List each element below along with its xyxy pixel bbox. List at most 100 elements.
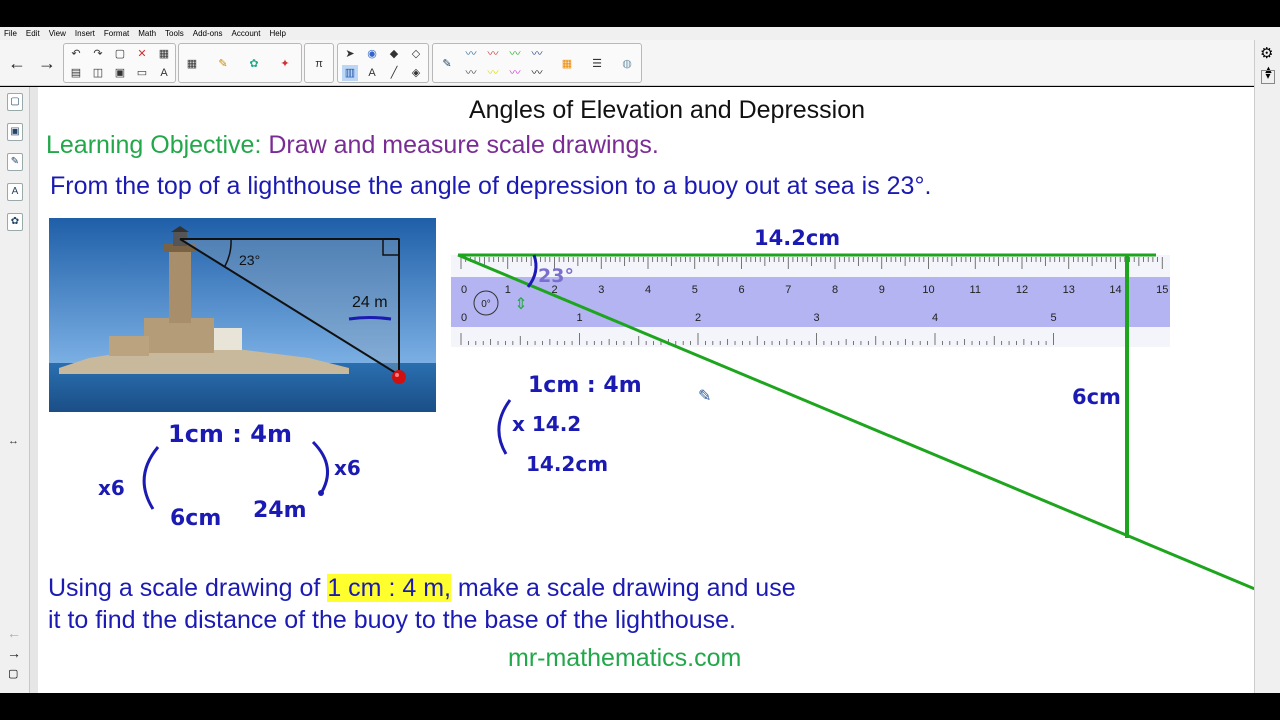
photo-angle-label: 23° xyxy=(239,252,260,268)
menu-account[interactable]: Account xyxy=(232,27,261,40)
pi-icon[interactable]: π xyxy=(311,56,327,72)
whiteboard-canvas[interactable]: Angles of Elevation and Depression Learn… xyxy=(38,87,1254,693)
color-palette-icon[interactable]: ▦ xyxy=(559,56,575,72)
ruler-cm-label: 8 xyxy=(832,284,838,296)
ruler-cm-label: 5 xyxy=(692,284,698,296)
ruler-cm-label: 14 xyxy=(1109,284,1121,296)
response-icon[interactable]: ✎ xyxy=(215,56,231,72)
photo-height-label: 24 m xyxy=(352,294,388,311)
ink-vertical-length: 6cm xyxy=(1072,385,1121,409)
pen-yellow-icon[interactable]: 〰 xyxy=(485,65,501,81)
toolbar: ← → ↶ ↷ ▢ ✕ ▦ ▤ ◫ ▣ ▭ A ▦ ✎ ✿ ✦ π ➤ ◉ ◆ … xyxy=(0,40,1280,86)
next-page-icon[interactable]: → xyxy=(7,645,21,661)
pen-red-icon[interactable]: 〰 xyxy=(485,46,501,62)
eraser-icon[interactable]: ◈ xyxy=(408,65,424,81)
ruler-cm-label: 10 xyxy=(922,284,934,296)
pen-black-icon[interactable]: 〰 xyxy=(463,65,479,81)
clear-page-icon[interactable]: ◫ xyxy=(90,65,106,81)
menu-tools[interactable]: Tools xyxy=(165,27,184,40)
fill-effect-icon[interactable]: ◍ xyxy=(619,56,635,72)
page-sorter-icon[interactable]: ▢ xyxy=(7,93,23,111)
menu-format[interactable]: Format xyxy=(104,27,129,40)
lighthouse-image: 23° 24 m xyxy=(49,218,436,412)
pen-blue-icon[interactable]: 〰 xyxy=(463,46,479,62)
question-text: From the top of a lighthouse the angle o… xyxy=(50,172,932,200)
prev-page-icon[interactable]: ← xyxy=(7,625,21,641)
chevron-down-icon[interactable]: ▾ xyxy=(1261,70,1275,84)
ruler-cm-label: 9 xyxy=(879,284,885,296)
line-tool-icon[interactable]: ╱ xyxy=(386,65,402,81)
right-panel: ⚙ ▲ ▾ xyxy=(1254,40,1280,693)
screen-capture-icon[interactable]: ▦ xyxy=(184,56,200,72)
toolbar-group-math: π xyxy=(304,43,334,83)
eraser-top-icon[interactable]: ◇ xyxy=(408,46,424,62)
pen-thin-icon[interactable]: 〰 xyxy=(529,65,545,81)
save-icon[interactable]: ▣ xyxy=(112,65,128,81)
sidebar-splitter[interactable] xyxy=(30,87,38,693)
toolbar-group-pens: ✎ 〰 〰 〰 〰 〰 〰 〰 〰 ▦ ☰ ◍ xyxy=(432,43,642,83)
ruler-graphic: 0 1 2 3 4 5 6 7 8 9 10 11 12 13 14 15 012345 0° ⇕ xyxy=(451,255,1170,347)
ruler-cm-label: 7 xyxy=(785,284,791,296)
gear-icon[interactable]: ⚙ xyxy=(1260,44,1273,62)
table-icon[interactable]: ▦ xyxy=(156,46,172,62)
pen-icon[interactable]: ✎ xyxy=(439,56,455,72)
bottom-letterbox xyxy=(0,693,1280,720)
ruler-cm-label: 12 xyxy=(1016,284,1028,296)
pen-cursor-icon: ✎ xyxy=(698,386,711,405)
pin-icon[interactable]: ✦ xyxy=(277,56,293,72)
ink-top-length: 14.2cm xyxy=(754,226,840,250)
ink-result-cm: 6cm xyxy=(170,506,221,531)
top-letterbox xyxy=(0,0,1280,27)
text-recognition-icon[interactable]: A xyxy=(156,65,172,81)
menu-help[interactable]: Help xyxy=(269,27,285,40)
fill-icon[interactable]: ◆ xyxy=(386,46,402,62)
ruler-cm-label: 2 xyxy=(551,284,557,296)
lighthouse-photo[interactable]: 23° 24 m xyxy=(49,218,436,412)
new-page-icon[interactable]: ▢ xyxy=(112,46,128,62)
objective-label: Learning Objective: xyxy=(46,131,262,159)
objective-text: Draw and measure scale drawings. xyxy=(268,131,659,159)
instruction-line-2: it to find the distance of the buoy to t… xyxy=(48,606,736,634)
ruler-resize-icon[interactable]: ⇕ xyxy=(514,296,527,313)
menu-file[interactable]: File xyxy=(4,27,17,40)
menu-edit[interactable]: Edit xyxy=(26,27,40,40)
gallery-icon[interactable]: ▣ xyxy=(7,123,23,141)
learning-objective: Learning Objective: Draw and measure sca… xyxy=(46,131,659,160)
redo-icon[interactable]: ↷ xyxy=(90,46,106,62)
menu-addons[interactable]: Add-ons xyxy=(193,27,223,40)
shapes-icon[interactable]: ◉ xyxy=(364,46,380,62)
ruler-tool-icon[interactable]: ▥ xyxy=(342,65,358,81)
properties-icon[interactable]: A xyxy=(7,183,23,201)
paste-icon[interactable]: ▤ xyxy=(68,65,84,81)
sidebar: ▢ ▣ ✎ A ✿ ↔ ← → ▢ xyxy=(0,87,30,693)
delete-icon[interactable]: ✕ xyxy=(134,46,150,62)
addons-sidebar-icon[interactable]: ✿ xyxy=(7,213,23,231)
ruler-cm-label: 13 xyxy=(1063,284,1075,296)
ruler-inch-label: 1 xyxy=(576,312,582,324)
line-style-icon[interactable]: ☰ xyxy=(589,56,605,72)
pen-magenta-icon[interactable]: 〰 xyxy=(507,65,523,81)
resize-arrows-icon[interactable]: ↔ xyxy=(8,435,19,447)
forward-arrow-icon[interactable]: → xyxy=(36,54,58,72)
undo-icon[interactable]: ↶ xyxy=(68,46,84,62)
attachments-icon[interactable]: ✎ xyxy=(7,153,23,171)
select-cursor-icon[interactable]: ➤ xyxy=(342,46,358,62)
menu-insert[interactable]: Insert xyxy=(75,27,95,40)
ruler-inch-label: 5 xyxy=(1050,312,1056,324)
toolbar-group-edit: ↶ ↷ ▢ ✕ ▦ ▤ ◫ ▣ ▭ A xyxy=(63,43,176,83)
ruler-cm-label: 6 xyxy=(738,284,744,296)
add-page-icon[interactable]: ▢ xyxy=(8,667,18,680)
text-tool-icon[interactable]: A xyxy=(364,65,380,81)
ruler-rotation-label: 0° xyxy=(481,299,491,310)
instruction-post: make a scale drawing and use xyxy=(457,574,796,602)
addon-icon[interactable]: ✿ xyxy=(246,56,262,72)
pen-navy-icon[interactable]: 〰 xyxy=(529,46,545,62)
menu-math[interactable]: Math xyxy=(138,27,156,40)
ruler-inch-label: 4 xyxy=(932,312,938,324)
pen-green-icon[interactable]: 〰 xyxy=(507,46,523,62)
back-arrow-icon[interactable]: ← xyxy=(6,54,28,72)
instruction-line-1: Using a scale drawing of 1 cm : 4 m, mak… xyxy=(48,574,796,603)
ruler-tool[interactable]: 0 1 2 3 4 5 6 7 8 9 10 11 12 13 14 15 012345 0° ⇕ xyxy=(451,255,1170,347)
screen-icon[interactable]: ▭ xyxy=(134,65,150,81)
menu-view[interactable]: View xyxy=(49,27,66,40)
